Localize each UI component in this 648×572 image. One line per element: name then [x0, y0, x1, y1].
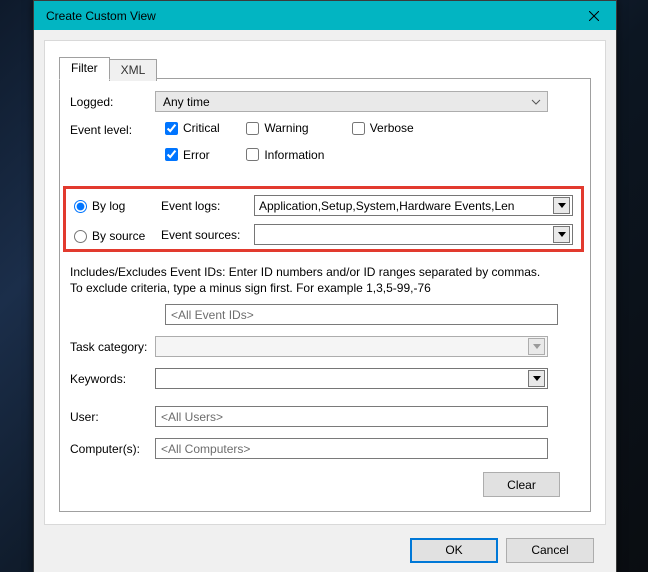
ok-button[interactable]: OK — [410, 538, 498, 563]
critical-checkbox[interactable]: Critical — [165, 121, 220, 135]
highlight-box: By log By source Event logs: Application… — [63, 186, 584, 252]
user-label: User: — [70, 410, 155, 424]
triangle-down-icon — [533, 375, 541, 383]
triangle-down-icon — [558, 202, 566, 210]
desktop-background: Create Custom View Filter XML Logged: An… — [0, 0, 648, 572]
chevron-down-icon — [531, 97, 541, 107]
tab-filter[interactable]: Filter — [59, 57, 110, 80]
keywords-row: Keywords: — [70, 368, 548, 389]
user-input[interactable]: <All Users> — [155, 406, 548, 427]
verbose-checkbox[interactable]: Verbose — [352, 121, 414, 135]
event-ids-placeholder: <All Event IDs> — [171, 308, 254, 322]
clear-button[interactable]: Clear — [483, 472, 560, 497]
logged-label: Logged: — [70, 95, 155, 109]
computers-row: Computer(s): <All Computers> — [70, 438, 548, 459]
keywords-dropdown-button[interactable] — [528, 370, 545, 387]
close-button[interactable] — [571, 1, 616, 30]
window-title: Create Custom View — [46, 9, 156, 23]
computers-label: Computer(s): — [70, 442, 155, 456]
event-sources-label: Event sources: — [161, 228, 254, 242]
error-checkbox[interactable]: Error — [165, 148, 210, 162]
keywords-dropdown[interactable] — [155, 368, 548, 389]
computers-placeholder: <All Computers> — [161, 442, 250, 456]
event-level-section: Event level: Critical Warning Verbose Er… — [70, 121, 414, 164]
information-checkbox[interactable]: Information — [246, 148, 324, 162]
triangle-down-icon — [533, 343, 541, 351]
user-row: User: <All Users> — [70, 406, 548, 427]
event-logs-value: Application,Setup,System,Hardware Events… — [259, 199, 553, 213]
event-ids-input[interactable]: <All Event IDs> — [165, 304, 558, 325]
cancel-button[interactable]: Cancel — [506, 538, 594, 563]
keywords-label: Keywords: — [70, 372, 155, 386]
task-category-row: Task category: — [70, 336, 548, 357]
close-icon — [589, 11, 599, 21]
triangle-down-icon — [558, 231, 566, 239]
tab-strip: Filter XML — [59, 56, 156, 79]
event-logs-label: Event logs: — [161, 199, 254, 213]
by-source-radio[interactable]: By source — [74, 229, 145, 243]
by-log-radio[interactable]: By log — [74, 199, 125, 213]
includes-excludes-text: Includes/Excludes Event IDs: Enter ID nu… — [70, 264, 550, 296]
tab-xml[interactable]: XML — [109, 59, 158, 81]
dialog-footer: OK Cancel — [34, 527, 616, 572]
title-bar: Create Custom View — [34, 1, 616, 30]
tab-panel-filter: Logged: Any time Event level: Critical W… — [59, 78, 591, 512]
event-logs-dropdown-button[interactable] — [553, 197, 570, 214]
logged-value: Any time — [163, 95, 210, 109]
event-logs-dropdown[interactable]: Application,Setup,System,Hardware Events… — [254, 195, 573, 216]
client-area: Filter XML Logged: Any time Event level: — [44, 40, 606, 525]
logged-row: Logged: Any time — [70, 91, 548, 112]
dialog-window: Create Custom View Filter XML Logged: An… — [33, 0, 617, 572]
event-sources-dropdown-button[interactable] — [553, 226, 570, 243]
computers-input[interactable]: <All Computers> — [155, 438, 548, 459]
event-sources-dropdown[interactable] — [254, 224, 573, 245]
event-level-label: Event level: — [70, 123, 155, 137]
warning-checkbox[interactable]: Warning — [246, 121, 308, 135]
task-category-dropdown — [155, 336, 548, 357]
logged-dropdown[interactable]: Any time — [155, 91, 548, 112]
task-category-label: Task category: — [70, 340, 155, 354]
task-category-dropdown-button — [528, 338, 545, 355]
user-placeholder: <All Users> — [161, 410, 223, 424]
